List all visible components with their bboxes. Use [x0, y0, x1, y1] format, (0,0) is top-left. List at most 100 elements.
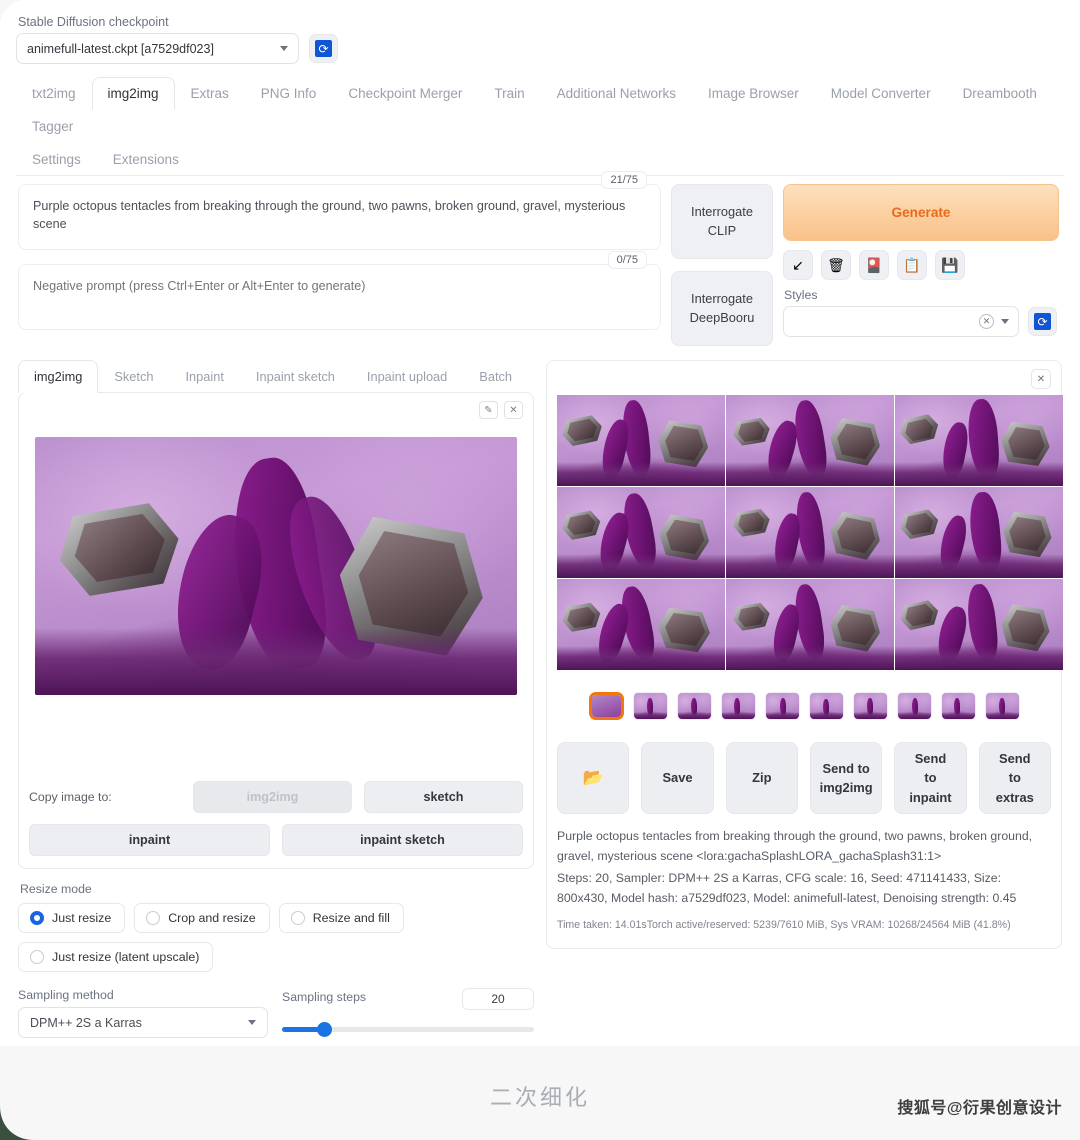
send-to-inpaint-button[interactable]: Send to inpaint — [894, 742, 967, 814]
copy-to-sketch-button[interactable]: sketch — [364, 781, 523, 813]
img2img-left-column: img2img Sketch Inpaint Inpaint sketch In… — [18, 360, 534, 1046]
interrogate-deepbooru-button[interactable]: Interrogate DeepBooru — [671, 271, 773, 346]
copy-image-row2: inpaint inpaint sketch — [29, 824, 523, 856]
styles-label: Styles — [784, 288, 818, 302]
sampling-method-label: Sampling method — [18, 988, 114, 1002]
tab-img2img[interactable]: img2img — [91, 77, 175, 110]
grid-cell[interactable] — [726, 395, 894, 486]
tab-settings[interactable]: Settings — [16, 143, 97, 176]
gallery-thumbnail[interactable] — [940, 692, 976, 720]
open-folder-button[interactable]: 📂 — [557, 742, 630, 814]
radio-dot — [290, 911, 305, 925]
send-to-img2img-button[interactable]: Send to img2img — [809, 742, 883, 814]
grid-cell[interactable] — [895, 395, 1063, 486]
grid-cell[interactable] — [726, 579, 894, 670]
grid-cell[interactable] — [895, 487, 1063, 578]
grid-cell[interactable] — [726, 487, 894, 578]
resize-option-label: Just resize (latent upscale) — [52, 950, 200, 964]
subtab-inpaint[interactable]: Inpaint — [169, 360, 239, 393]
prompt-section: 21/75 0/75 Interrogate CLIP Interrogate … — [16, 171, 1064, 346]
sampling-steps-slider[interactable] — [282, 1022, 534, 1038]
subtab-inpaint-upload[interactable]: Inpaint upload — [351, 360, 463, 393]
webui-window: Stable Diffusion checkpoint animefull-la… — [0, 0, 1080, 1046]
styles-select[interactable]: ✕ — [783, 306, 1019, 337]
interrogate-clip-button[interactable]: Interrogate CLIP — [671, 184, 773, 259]
resize-option-latent-upscale[interactable]: Just resize (latent upscale) — [18, 942, 214, 972]
gallery-thumbnail[interactable] — [808, 692, 844, 720]
subtab-sketch[interactable]: Sketch — [98, 360, 169, 393]
gallery-thumbnail[interactable] — [852, 692, 888, 720]
send-to-extras-button[interactable]: Send to extras — [978, 742, 1051, 814]
grid-cell[interactable] — [895, 579, 1063, 670]
refresh-checkpoints-button[interactable]: ⟳ — [309, 34, 338, 63]
grid-cell[interactable] — [557, 579, 725, 670]
copy-image-row: Copy image to: img2img sketch — [29, 781, 523, 813]
edit-pencil-icon[interactable]: ✎ — [479, 401, 498, 419]
prompt-input[interactable] — [18, 184, 661, 250]
apply-style-clipboard-icon[interactable]: 📋 — [897, 250, 927, 280]
clear-x-icon[interactable]: ✕ — [979, 314, 994, 329]
results-column: ✕ 📂 Save Zip Send to img2img Send to inp… — [546, 360, 1063, 1046]
checkpoint-select[interactable]: animefull-latest.ckpt [a7529df023] — [16, 33, 299, 64]
radio-dot — [30, 911, 44, 925]
source-image[interactable] — [35, 437, 517, 695]
checkpoint-value: animefull-latest.ckpt [a7529df023] — [27, 41, 214, 56]
resize-option-just-resize[interactable]: Just resize — [18, 903, 126, 933]
restore-progress-arrow-icon[interactable]: ↙ — [783, 250, 813, 280]
gallery-thumbnail-selected[interactable] — [588, 692, 624, 720]
negative-prompt-input[interactable] — [18, 264, 661, 330]
slider-knob[interactable] — [317, 1022, 333, 1037]
chevron-down-icon — [1001, 319, 1009, 324]
source-image-panel: ✎ ✕ Copy image to: img2img sketch inpain… — [18, 392, 534, 869]
tab-txt2img[interactable]: txt2img — [16, 77, 92, 110]
subtab-img2img[interactable]: img2img — [18, 360, 99, 393]
tab-tagger[interactable]: Tagger — [16, 110, 89, 143]
resize-option-crop-and-resize[interactable]: Crop and resize — [134, 903, 270, 933]
tab-additional-networks[interactable]: Additional Networks — [541, 77, 692, 110]
tab-extras[interactable]: Extras — [175, 77, 245, 110]
clear-prompt-trash-icon[interactable]: 🗑 — [821, 250, 851, 280]
result-image-grid[interactable] — [557, 395, 1063, 670]
subtab-batch[interactable]: Batch — [463, 360, 528, 393]
gallery-thumbnail[interactable] — [896, 692, 932, 720]
gallery-thumbnail[interactable] — [676, 692, 712, 720]
gallery-thumbnail[interactable] — [984, 692, 1020, 720]
generate-button[interactable]: Generate — [783, 184, 1059, 241]
sampling-steps-value[interactable]: 20 — [462, 988, 534, 1010]
negative-token-counter: 0/75 — [607, 251, 647, 269]
resize-option-resize-and-fill[interactable]: Resize and fill — [278, 903, 404, 933]
generation-info: Purple octopus tentacles from breaking t… — [557, 827, 1051, 934]
sampling-steps-group: Sampling steps 20 — [282, 988, 534, 1038]
main-tab-bar[interactable]: txt2img img2img Extras PNG Info Checkpoi… — [16, 77, 1064, 176]
close-x-icon[interactable]: ✕ — [1031, 369, 1051, 389]
gallery-thumbnail-strip[interactable] — [557, 692, 1051, 720]
gallery-thumbnail[interactable] — [720, 692, 756, 720]
tab-image-browser[interactable]: Image Browser — [692, 77, 815, 110]
remove-image-x-icon[interactable]: ✕ — [504, 401, 523, 419]
styles-row: ✕ ⟳ — [783, 306, 1059, 337]
copy-to-img2img-button[interactable]: img2img — [193, 781, 352, 813]
resize-mode-label: Resize mode — [20, 882, 92, 896]
save-button[interactable]: Save — [641, 742, 714, 814]
refresh-styles-button[interactable]: ⟳ — [1028, 307, 1057, 336]
sampling-method-select[interactable]: DPM++ 2S a Karras — [18, 1007, 268, 1038]
gallery-thumbnail[interactable] — [632, 692, 668, 720]
copy-to-inpaint-button[interactable]: inpaint — [29, 824, 270, 856]
img2img-mode-tabs[interactable]: img2img Sketch Inpaint Inpaint sketch In… — [18, 360, 534, 393]
tab-png-info[interactable]: PNG Info — [245, 77, 333, 110]
grid-cell[interactable] — [557, 487, 725, 578]
result-gallery-panel: ✕ 📂 Save Zip Send to img2img Send to inp… — [546, 360, 1063, 949]
copy-to-inpaint-sketch-button[interactable]: inpaint sketch — [282, 824, 523, 856]
save-style-floppy-icon[interactable]: 💾 — [935, 250, 965, 280]
folder-icon: 📂 — [582, 768, 604, 788]
zip-button[interactable]: Zip — [725, 742, 798, 814]
tab-extensions[interactable]: Extensions — [97, 143, 195, 176]
subtab-inpaint-sketch[interactable]: Inpaint sketch — [240, 360, 351, 393]
grid-cell[interactable] — [557, 395, 725, 486]
gallery-thumbnail[interactable] — [764, 692, 800, 720]
tab-model-converter[interactable]: Model Converter — [815, 77, 947, 110]
tab-train[interactable]: Train — [478, 77, 540, 110]
show-extra-networks-icon[interactable]: 🎴 — [859, 250, 889, 280]
tab-checkpoint-merger[interactable]: Checkpoint Merger — [332, 77, 478, 110]
tab-dreambooth[interactable]: Dreambooth — [947, 77, 1053, 110]
